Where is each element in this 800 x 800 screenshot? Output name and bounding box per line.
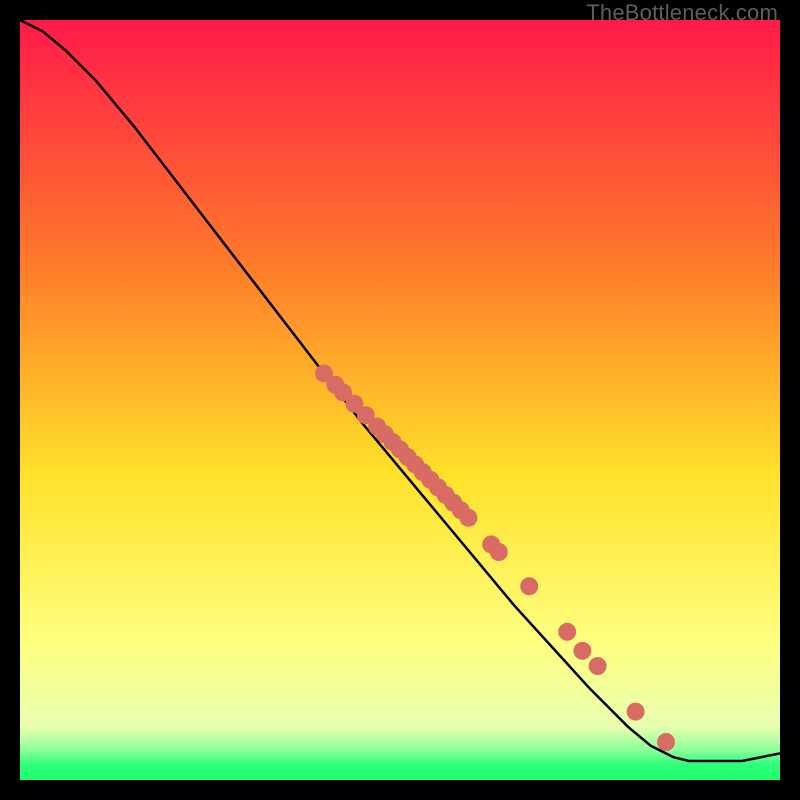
chart-svg: [20, 20, 780, 780]
watermark-text: TheBottleneck.com: [586, 0, 778, 26]
chart-container: TheBottleneck.com: [0, 0, 800, 800]
data-marker: [627, 703, 645, 721]
data-marker: [558, 623, 576, 641]
data-marker: [657, 733, 675, 751]
data-marker: [589, 657, 607, 675]
gradient-background: [20, 20, 780, 780]
data-marker: [520, 577, 538, 595]
data-marker: [573, 642, 591, 660]
plot-area: [20, 20, 780, 780]
data-marker: [459, 509, 477, 527]
data-marker: [490, 543, 508, 561]
